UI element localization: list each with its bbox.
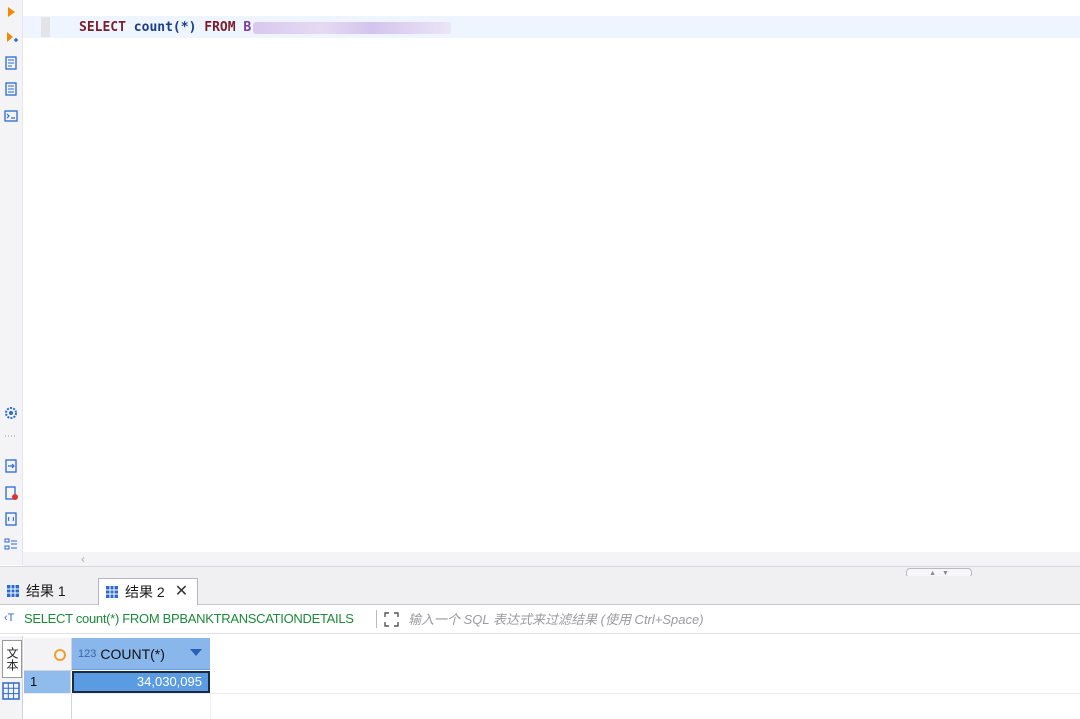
editor-horizontal-scrollbar[interactable]: ‹ — [23, 552, 1080, 566]
empty-row-number — [24, 694, 72, 719]
sql-table-name: B — [243, 20, 252, 35]
corner-circle-icon — [54, 649, 66, 661]
close-icon[interactable]: ✕ — [175, 584, 188, 600]
explain-plan-icon[interactable] — [3, 55, 19, 71]
executed-query-text[interactable]: SELECT count(*) FROM BPBANKTRANSCATIONDE… — [24, 611, 354, 626]
grid-view-icon[interactable] — [2, 682, 20, 700]
table-cell-count[interactable]: 34,030,095 — [72, 671, 210, 693]
sql-query-icon: ‹T — [4, 612, 15, 624]
editor-side-toolbar — [0, 0, 23, 565]
text-view-toggle[interactable]: 文本 — [2, 640, 22, 678]
table-icon — [7, 584, 19, 597]
sql-keyword-select: SELECT — [79, 20, 126, 35]
run-statement-icon[interactable] — [3, 4, 19, 20]
column-header-count[interactable]: 123 COUNT(*) — [72, 638, 210, 670]
variables-icon[interactable] — [3, 511, 19, 527]
tab-result-2[interactable]: 结果 2 ✕ — [98, 578, 198, 605]
row-number[interactable]: 1 — [24, 671, 71, 693]
filter-divider — [376, 610, 377, 628]
table-icon — [106, 586, 118, 598]
outline-icon[interactable] — [3, 537, 19, 553]
sql-editor[interactable]: SELECT count(*) FROM B — [23, 0, 1080, 552]
numeric-type-badge: 123 — [78, 647, 97, 660]
sort-arrow-icon[interactable] — [190, 649, 202, 656]
sql-statement[interactable]: SELECT count(*) FROM B — [79, 18, 452, 38]
load-plan-icon[interactable] — [3, 81, 19, 97]
result-filter-bar: ‹T SELECT count(*) FROM BPBANKTRANSCATIO… — [0, 605, 1080, 634]
results-tab-bar: 结果 1 结果 2 ✕ — [0, 576, 1080, 605]
toolbar-divider — [3, 432, 19, 440]
tab-label: 结果 2 — [125, 584, 165, 600]
run-script-icon[interactable] — [3, 30, 19, 46]
scroll-left-arrow-icon[interactable]: ‹ — [81, 552, 85, 566]
column-name: COUNT(*) — [100, 645, 165, 662]
grid-corner[interactable] — [24, 638, 72, 671]
error-log-icon[interactable] — [3, 485, 19, 501]
filter-expression-input[interactable] — [406, 607, 1070, 631]
empty-cell — [72, 694, 211, 719]
tab-label: 结果 1 — [26, 582, 66, 599]
sql-keyword-from: FROM — [204, 20, 236, 35]
expand-icon[interactable] — [383, 611, 400, 628]
redacted-table-name — [253, 21, 452, 34]
line-marker — [41, 17, 50, 37]
tab-result-1[interactable]: 结果 1 — [0, 578, 90, 603]
export-icon[interactable] — [3, 458, 19, 474]
settings-icon[interactable] — [3, 405, 19, 421]
sql-function-count: count(*) — [133, 20, 197, 35]
console-icon[interactable] — [3, 108, 19, 124]
